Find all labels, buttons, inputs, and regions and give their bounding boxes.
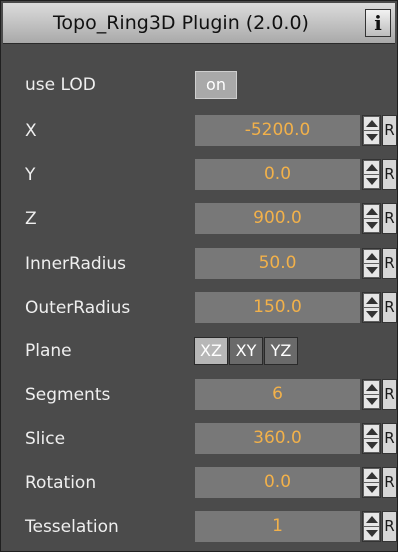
arrow-down-icon[interactable] (364, 395, 379, 408)
y-label: Y (25, 165, 36, 185)
arrow-down-icon[interactable] (364, 264, 379, 277)
arrow-down-icon[interactable] (364, 439, 379, 452)
y-stepper[interactable] (362, 159, 381, 190)
panel-title: Topo_Ring3D Plugin (2.0.0) (53, 12, 309, 34)
use-lod-label: use LOD (25, 75, 96, 95)
arrow-down-icon[interactable] (364, 527, 379, 540)
inner-radius-stepper[interactable] (362, 248, 381, 279)
z-reset-button[interactable]: R (382, 203, 397, 234)
slice-reset-button[interactable]: R (382, 423, 397, 454)
plane-yz-button[interactable]: YZ (264, 337, 298, 365)
arrow-down-icon[interactable] (364, 308, 379, 321)
y-field[interactable]: 0.0 (195, 159, 360, 190)
arrow-up-icon[interactable] (364, 117, 379, 130)
segments-field[interactable]: 6 (195, 379, 360, 410)
use-lod-toggle[interactable]: on (195, 71, 237, 99)
y-reset-button[interactable]: R (382, 159, 397, 190)
arrow-up-icon[interactable] (364, 250, 379, 263)
z-label: Z (25, 209, 37, 229)
x-stepper[interactable] (362, 115, 381, 146)
inner-radius-label: InnerRadius (25, 254, 127, 274)
plane-xz-button[interactable]: XZ (194, 337, 228, 365)
plane-xy-button[interactable]: XY (229, 337, 263, 365)
slice-field[interactable]: 360.0 (195, 423, 360, 454)
arrow-up-icon[interactable] (364, 513, 379, 526)
arrow-up-icon[interactable] (364, 294, 379, 307)
x-field[interactable]: -5200.0 (195, 115, 360, 146)
arrow-up-icon[interactable] (364, 381, 379, 394)
title-bar: Topo_Ring3D Plugin (2.0.0) i (3, 3, 395, 44)
z-field[interactable]: 900.0 (195, 203, 360, 234)
segments-label: Segments (25, 385, 111, 405)
rotation-stepper[interactable] (362, 467, 381, 498)
row-slice: Slice 360.0 R (1, 419, 399, 459)
tesselation-reset-button[interactable]: R (382, 511, 397, 542)
segments-reset-button[interactable]: R (382, 379, 397, 410)
row-x: X -5200.0 R (1, 111, 399, 151)
row-segments: Segments 6 R (1, 375, 399, 415)
row-use-lod: use LOD on (1, 65, 399, 105)
row-plane: Plane XZ XY YZ (1, 331, 399, 371)
plane-label: Plane (25, 341, 72, 361)
inner-radius-reset-button[interactable]: R (382, 248, 397, 279)
row-z: Z 900.0 R (1, 199, 399, 239)
arrow-down-icon[interactable] (364, 131, 379, 144)
arrow-up-icon[interactable] (364, 205, 379, 218)
segments-stepper[interactable] (362, 379, 381, 410)
arrow-down-icon[interactable] (364, 175, 379, 188)
plugin-panel: Topo_Ring3D Plugin (2.0.0) i use LOD on … (0, 0, 398, 552)
tesselation-stepper[interactable] (362, 511, 381, 542)
x-reset-button[interactable]: R (382, 115, 397, 146)
rotation-label: Rotation (25, 473, 97, 493)
arrow-up-icon[interactable] (364, 161, 379, 174)
tesselation-label: Tesselation (25, 517, 119, 537)
outer-radius-stepper[interactable] (362, 292, 381, 323)
row-inner-radius: InnerRadius 50.0 R (1, 244, 399, 284)
arrow-down-icon[interactable] (364, 219, 379, 232)
x-label: X (25, 121, 37, 141)
row-outer-radius: OuterRadius 150.0 R (1, 288, 399, 328)
z-stepper[interactable] (362, 203, 381, 234)
row-y: Y 0.0 R (1, 155, 399, 195)
rotation-reset-button[interactable]: R (382, 467, 397, 498)
slice-stepper[interactable] (362, 423, 381, 454)
row-tesselation: Tesselation 1 R (1, 507, 399, 547)
arrow-up-icon[interactable] (364, 425, 379, 438)
slice-label: Slice (25, 429, 66, 449)
rotation-field[interactable]: 0.0 (195, 467, 360, 498)
inner-radius-field[interactable]: 50.0 (195, 248, 360, 279)
outer-radius-label: OuterRadius (25, 298, 131, 318)
outer-radius-reset-button[interactable]: R (382, 292, 397, 323)
outer-radius-field[interactable]: 150.0 (195, 292, 360, 323)
tesselation-field[interactable]: 1 (195, 511, 360, 542)
row-rotation: Rotation 0.0 R (1, 463, 399, 503)
info-button[interactable]: i (365, 9, 391, 37)
arrow-up-icon[interactable] (364, 469, 379, 482)
arrow-down-icon[interactable] (364, 483, 379, 496)
